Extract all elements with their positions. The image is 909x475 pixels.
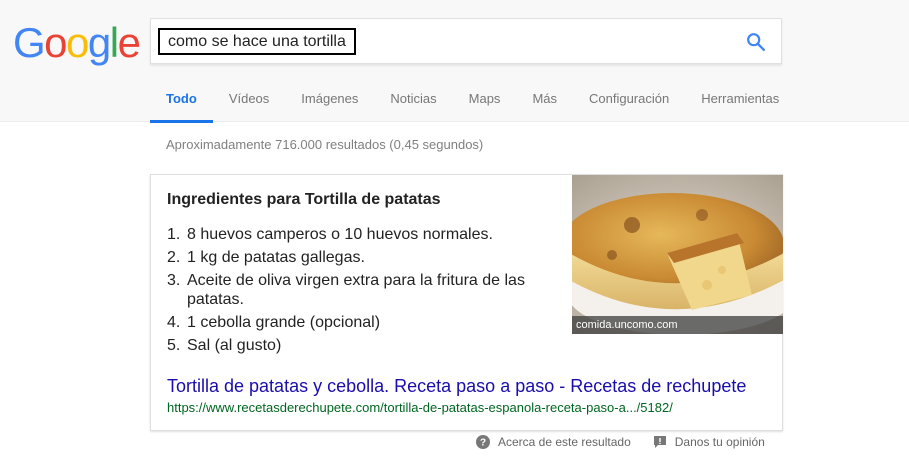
- list-item: 3. Aceite de oliva virgen extra para la f…: [167, 271, 557, 309]
- tortilla-illustration: [572, 175, 783, 334]
- list-text: Aceite de oliva virgen extra para la fri…: [187, 272, 525, 308]
- logo-letter: o: [44, 19, 67, 66]
- list-item: 4. 1 cebolla grande (opcional): [167, 313, 557, 332]
- logo-letter: e: [117, 19, 141, 66]
- tab-videos[interactable]: Vídeos: [213, 90, 285, 122]
- about-result-link[interactable]: ? Acerca de este resultado: [476, 435, 631, 449]
- list-number: 3.: [167, 272, 181, 289]
- search-input[interactable]: como se hace una tortilla: [158, 28, 356, 55]
- snippet-title: Ingredientes para Tortilla de patatas: [167, 191, 441, 208]
- list-item: 5. Sal (al gusto): [167, 336, 557, 355]
- feedback-label: Danos tu opinión: [674, 435, 765, 449]
- feedback-icon: [653, 436, 666, 448]
- snippet-footer: ? Acerca de este resultado Danos tu opin…: [476, 433, 787, 451]
- result-title-link[interactable]: Tortilla de patatas y cebolla. Receta pa…: [167, 376, 746, 397]
- search-header: Google como se hace una tortilla Todo Ví…: [0, 0, 909, 123]
- featured-snippet: Ingredientes para Tortilla de patatas 1.…: [150, 174, 783, 431]
- tab-herramientas[interactable]: Herramientas: [685, 90, 795, 122]
- about-result-label: Acerca de este resultado: [498, 435, 631, 449]
- list-text: 1 cebolla grande (opcional): [187, 314, 381, 331]
- tab-mas[interactable]: Más: [516, 90, 573, 122]
- logo-letter: o: [66, 19, 89, 66]
- tab-noticias[interactable]: Noticias: [374, 90, 452, 122]
- tortilla-image[interactable]: comida.uncomo.com: [572, 175, 783, 334]
- search-icon[interactable]: [745, 31, 767, 53]
- list-number: 1.: [167, 226, 181, 243]
- result-stats: Aproximadamente 716.000 resultados (0,45…: [166, 137, 484, 152]
- list-item: 1. 8 huevos camperos o 10 huevos normales…: [167, 225, 557, 244]
- list-text: Sal (al gusto): [187, 337, 282, 354]
- help-icon: ?: [476, 435, 490, 449]
- google-logo[interactable]: Google: [13, 19, 141, 66]
- tab-imagenes[interactable]: Imágenes: [285, 90, 374, 122]
- list-text: 8 huevos camperos o 10 huevos normales.: [187, 226, 493, 243]
- list-number: 5.: [167, 337, 181, 354]
- list-text: 1 kg de patatas gallegas.: [187, 249, 365, 266]
- feedback-link[interactable]: Danos tu opinión: [653, 435, 765, 449]
- logo-letter: g: [87, 19, 111, 66]
- ingredient-list: 1. 8 huevos camperos o 10 huevos normales…: [167, 225, 557, 359]
- tab-maps[interactable]: Maps: [453, 90, 517, 122]
- tab-configuracion[interactable]: Configuración: [573, 90, 685, 122]
- search-box[interactable]: como se hace una tortilla: [150, 18, 782, 64]
- image-credit[interactable]: comida.uncomo.com: [572, 316, 783, 334]
- list-number: 4.: [167, 314, 181, 331]
- logo-letter: G: [13, 19, 46, 66]
- search-tabs: Todo Vídeos Imágenes Noticias Maps Más C…: [150, 90, 795, 123]
- svg-text:?: ?: [480, 438, 486, 449]
- list-number: 2.: [167, 249, 181, 266]
- logo-letter: l: [109, 19, 119, 66]
- result-url: https://www.recetasderechupete.com/torti…: [167, 400, 673, 415]
- tab-todo[interactable]: Todo: [150, 90, 213, 123]
- list-item: 2. 1 kg de patatas gallegas.: [167, 248, 557, 267]
